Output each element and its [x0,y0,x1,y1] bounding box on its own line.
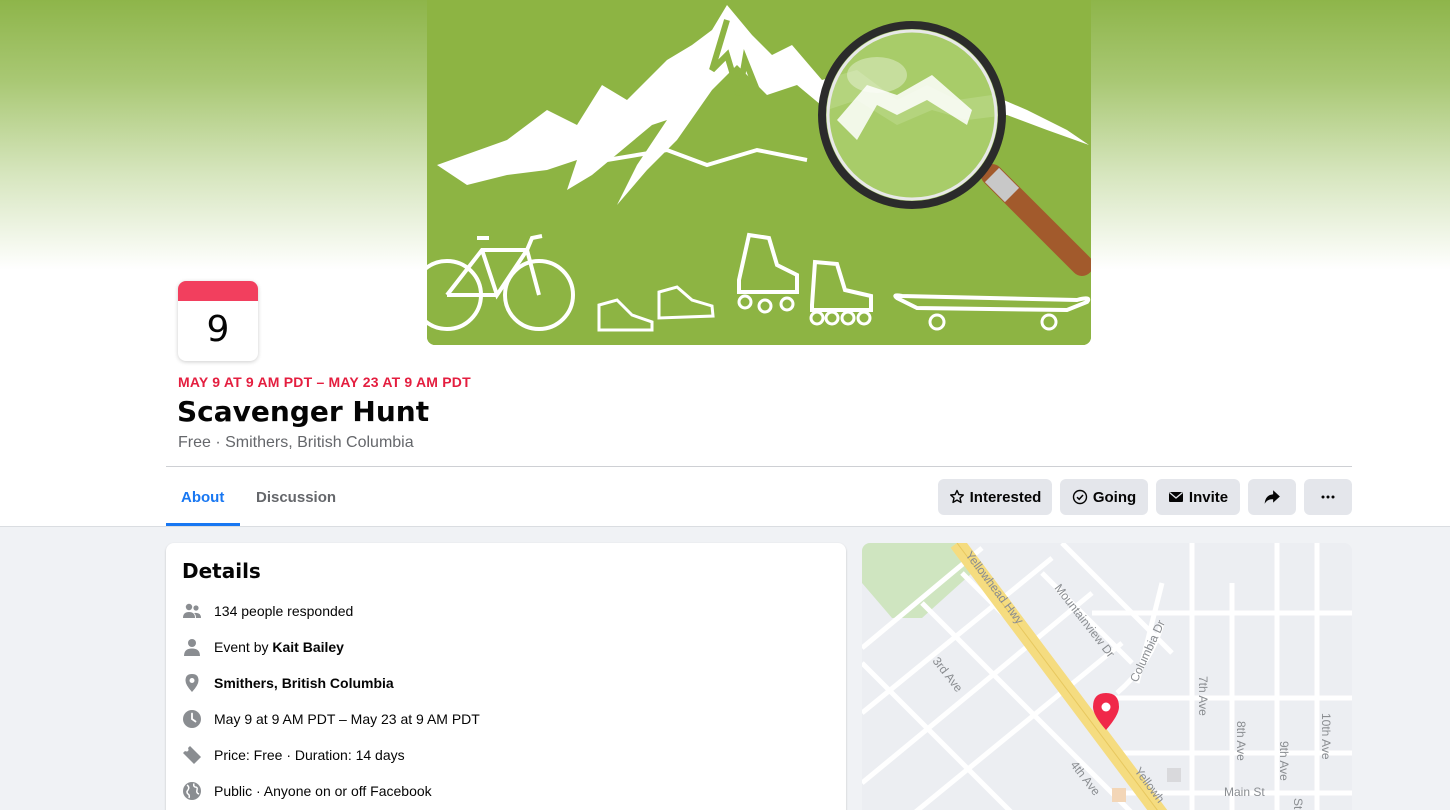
map-label-10th-ave: 10th Ave [1319,713,1333,760]
details-heading: Details [182,559,261,583]
calendar-day: 9 [206,309,230,350]
cover-photo[interactable] [427,0,1091,345]
event-title: Scavenger Hunt [177,395,430,428]
person-icon [182,637,202,657]
detail-location: Smithers, British Columbia [182,671,394,695]
event-header: 9 MAY 9 AT 9 AM PDT – MAY 23 AT 9 AM PDT… [0,0,1450,527]
detail-price: Price: Free · Duration: 14 days [182,743,405,767]
clock-icon [182,709,202,729]
map-label-9th-ave: 9th Ave [1277,741,1291,781]
detail-host: Event by Kait Bailey [182,635,344,659]
details-card: Details 134 people responded Event by Ka… [166,543,846,810]
event-map[interactable]: Yellowhead Hwy Mountainview Dr Columbia … [862,543,1352,810]
going-label: Going [1092,488,1137,506]
share-button[interactable] [1248,479,1296,515]
active-tab-indicator [166,523,240,526]
detail-datetime: May 9 at 9 AM PDT – May 23 at 9 AM PDT [182,707,480,731]
privacy-text: Public · Anyone on or off Facebook [214,783,432,799]
people-icon [182,601,202,621]
tab-about[interactable]: About [166,480,239,527]
event-by-prefix: Event by [214,639,273,655]
map-label-main-st: Main St [1224,785,1265,799]
detail-privacy: Public · Anyone on or off Facebook [182,779,432,803]
detail-responded: 134 people responded [182,599,353,623]
ticket-icon [182,745,202,765]
more-options-button[interactable] [1304,479,1352,515]
event-date-range: MAY 9 AT 9 AM PDT – MAY 23 AT 9 AM PDT [178,374,471,390]
price-duration-text: Price: Free · Duration: 14 days [214,747,405,763]
star-icon [949,489,964,504]
datetime-text: May 9 at 9 AM PDT – May 23 at 9 AM PDT [214,711,480,727]
map-canvas: Yellowhead Hwy Mountainview Dr Columbia … [862,543,1352,810]
event-subtitle: Free · Smithers, British Columbia [178,434,414,451]
host-name-link[interactable]: Kait Bailey [272,639,344,655]
envelope-icon [1168,492,1183,502]
invite-button[interactable]: Invite [1156,479,1240,515]
globe-icon [182,781,202,801]
map-label-7th-ave: 7th Ave [1196,676,1210,716]
going-button[interactable]: Going [1060,479,1148,515]
calendar-badge-top [178,281,258,301]
tab-discussion[interactable]: Discussion [241,480,351,527]
calendar-badge: 9 [178,281,258,361]
map-label-8th-ave: 8th Ave [1234,721,1248,761]
header-divider [166,466,1352,467]
check-circle-icon [1072,489,1088,505]
interested-button[interactable]: Interested [938,479,1052,515]
interested-label: Interested [969,488,1042,506]
cover-illustration [427,0,1091,345]
map-label-st: St [1291,798,1305,810]
responded-text: 134 people responded [214,603,354,619]
location-pin-icon [182,673,202,693]
location-link[interactable]: Smithers, British Columbia [214,675,394,691]
share-arrow-icon [1264,490,1280,504]
more-dots-icon [1321,495,1335,499]
invite-label: Invite [1188,488,1229,506]
